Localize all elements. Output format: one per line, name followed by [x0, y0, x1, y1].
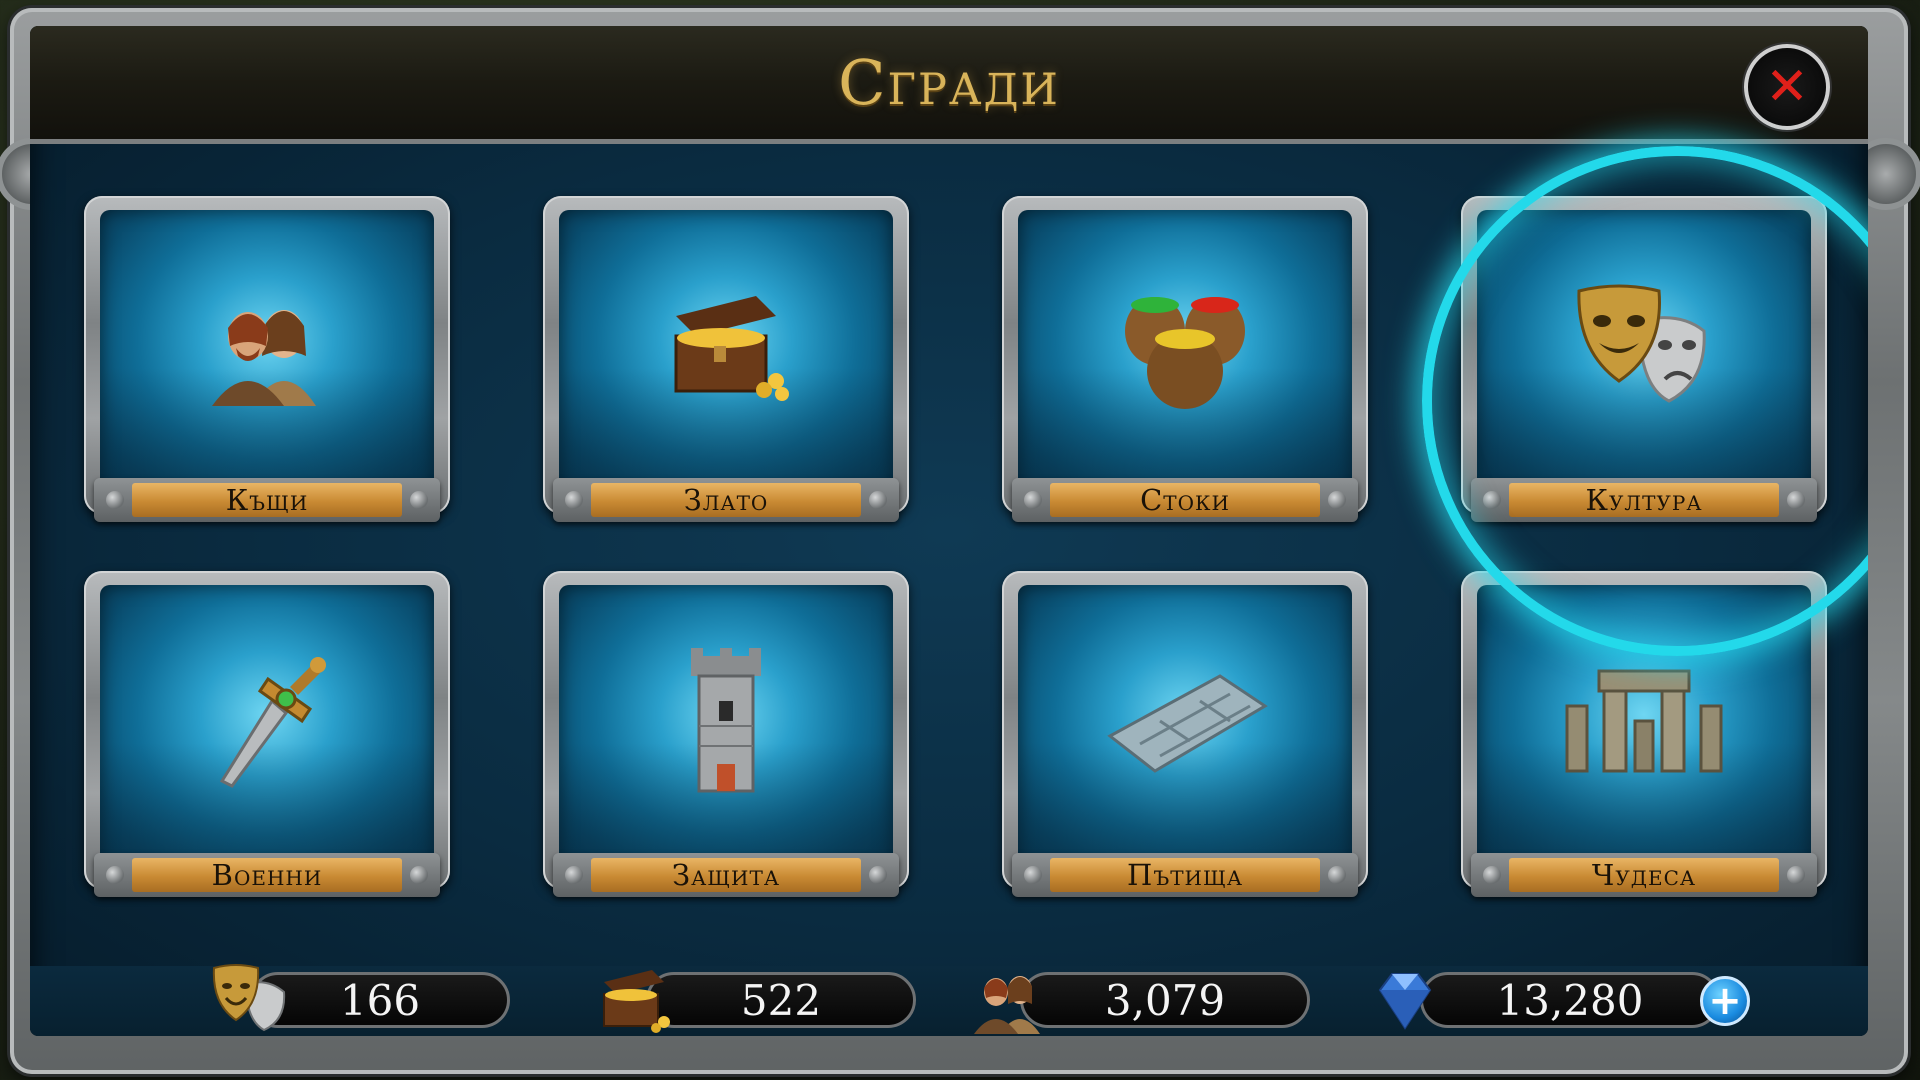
theater-masks-icon	[210, 964, 290, 1036]
resource-gems: 13,280 +	[1370, 972, 1750, 1030]
sword-icon	[202, 651, 332, 795]
buildings-panel: Сгради ✕ Къщи Злато Стоки Култура Военни…	[30, 26, 1868, 1036]
gem-icon	[1370, 968, 1440, 1036]
gems-value: 13,280	[1420, 972, 1720, 1028]
close-icon: ✕	[1765, 57, 1809, 117]
people-icon	[202, 286, 332, 410]
tile-label: Чудеса	[1509, 858, 1779, 892]
stonehenge-icon	[1559, 661, 1729, 785]
resource-culture: 166	[210, 964, 510, 1032]
tile-culture[interactable]: Култура	[1461, 196, 1827, 526]
tile-gold[interactable]: Злато	[543, 196, 909, 526]
treasure-chest-icon	[656, 286, 796, 410]
tower-icon	[681, 646, 771, 800]
road-icon	[1100, 666, 1270, 780]
population-value: 3,079	[1020, 972, 1310, 1028]
tile-military[interactable]: Военни	[84, 571, 450, 901]
people-icon	[970, 964, 1050, 1036]
tile-goods[interactable]: Стоки	[1002, 196, 1368, 526]
tile-label: Военни	[132, 858, 402, 892]
tile-wonders[interactable]: Чудеса	[1461, 571, 1827, 901]
plus-icon: +	[1708, 978, 1742, 1024]
tile-roads[interactable]: Пътища	[1002, 571, 1368, 901]
close-button[interactable]: ✕	[1744, 44, 1830, 130]
tile-label: Защита	[591, 858, 861, 892]
resource-population: 3,079	[970, 972, 1310, 1034]
add-gems-button[interactable]: +	[1700, 976, 1750, 1026]
treasure-chest-icon	[596, 964, 676, 1036]
tile-label: Стоки	[1050, 483, 1320, 517]
tile-label: Къщи	[132, 483, 402, 517]
goods-sacks-icon	[1115, 281, 1255, 415]
tile-label: Култура	[1509, 483, 1779, 517]
gold-value: 522	[646, 972, 916, 1028]
theater-masks-icon	[1569, 281, 1719, 415]
tile-label: Пътища	[1050, 858, 1320, 892]
tile-defense[interactable]: Защита	[543, 571, 909, 901]
tile-houses[interactable]: Къщи	[84, 196, 450, 526]
category-grid: Къщи Злато Стоки Култура Военни Защита П…	[84, 196, 1864, 901]
title-bar: Сгради ✕	[30, 26, 1868, 144]
resource-gold: 522	[596, 970, 916, 1033]
page-title: Сгради	[838, 46, 1060, 119]
tile-label: Злато	[591, 483, 861, 517]
